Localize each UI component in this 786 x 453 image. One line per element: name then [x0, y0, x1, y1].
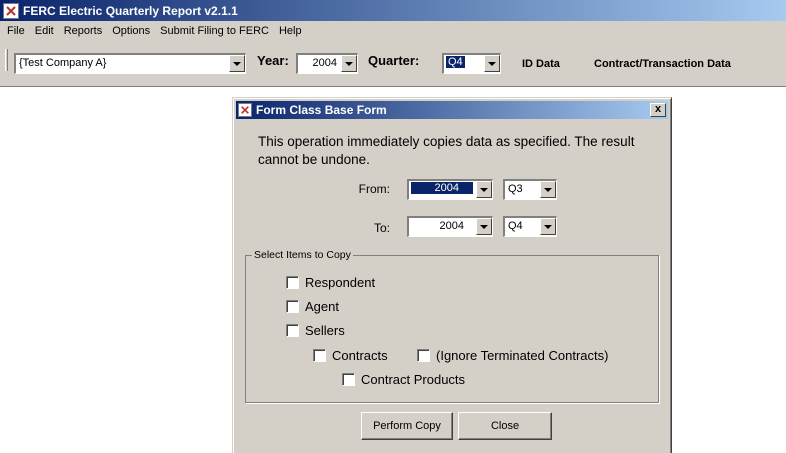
respondent-label: Respondent: [305, 275, 376, 290]
app-title: FERC Electric Quarterly Report v2.1.1: [23, 3, 238, 18]
dialog-icon: [238, 103, 252, 117]
dialog-titlebar: Form Class Base Form x: [236, 101, 668, 119]
year-label: Year:: [257, 53, 289, 68]
id-data-link[interactable]: ID Data: [522, 58, 560, 70]
quarter-value: Q4: [446, 56, 465, 68]
toolbar-grip: [5, 49, 8, 71]
contract-products-checkbox[interactable]: Contract Products: [342, 372, 465, 387]
chevron-down-icon[interactable]: [540, 181, 556, 198]
year-value: 2004: [312, 57, 337, 69]
from-quarter-select[interactable]: Q3: [503, 179, 557, 200]
chevron-down-icon[interactable]: [341, 55, 357, 72]
app-titlebar: FERC Electric Quarterly Report v2.1.1: [0, 0, 786, 21]
app-icon: [3, 2, 19, 19]
chevron-down-icon[interactable]: [540, 218, 556, 235]
menu-options[interactable]: Options: [107, 25, 155, 37]
company-value: {Test Company A}: [19, 57, 107, 69]
to-quarter-value: Q4: [508, 220, 523, 232]
perform-copy-button[interactable]: Perform Copy: [361, 412, 453, 440]
warning-message: This operation immediately copies data a…: [258, 134, 635, 167]
checkbox-box[interactable]: [417, 349, 430, 362]
menu-help[interactable]: Help: [274, 25, 307, 37]
from-year-value: 2004: [411, 182, 473, 194]
checkbox-box[interactable]: [286, 300, 299, 313]
ignore-terminated-checkbox[interactable]: (Ignore Terminated Contracts): [417, 348, 608, 363]
close-button[interactable]: Close: [458, 412, 552, 440]
copy-items-group: Select Items to Copy Respondent Agent Se…: [245, 249, 659, 403]
toolbar: {Test Company A} Year: 2004 Quarter: Q4 …: [0, 41, 786, 87]
year-select[interactable]: 2004: [296, 53, 358, 74]
to-label: To:: [373, 221, 390, 235]
chevron-down-icon[interactable]: [476, 181, 492, 198]
contracts-checkbox[interactable]: Contracts: [313, 348, 388, 363]
sellers-checkbox[interactable]: Sellers: [286, 323, 345, 338]
quarter-select[interactable]: Q4: [442, 53, 501, 74]
contract-products-label: Contract Products: [361, 372, 466, 387]
to-year-value: 2004: [439, 220, 464, 232]
copy-dialog: Form Class Base Form x This operation im…: [232, 97, 672, 453]
sellers-label: Sellers: [305, 323, 345, 338]
agent-label: Agent: [305, 299, 339, 314]
checkbox-box[interactable]: [342, 373, 355, 386]
company-select[interactable]: {Test Company A}: [14, 53, 246, 74]
to-year-select[interactable]: 2004: [407, 216, 493, 237]
from-label: From:: [358, 182, 390, 196]
chevron-down-icon[interactable]: [229, 55, 245, 72]
close-icon[interactable]: x: [650, 103, 666, 117]
checkbox-box[interactable]: [286, 276, 299, 289]
quarter-label: Quarter:: [368, 53, 420, 68]
checkbox-box[interactable]: [286, 324, 299, 337]
agent-checkbox[interactable]: Agent: [286, 299, 339, 314]
menu-bar: File Edit Reports Options Submit Filing …: [0, 21, 786, 41]
group-label: Select Items to Copy: [252, 249, 353, 261]
chevron-down-icon[interactable]: [476, 218, 492, 235]
menu-edit[interactable]: Edit: [30, 25, 59, 37]
dialog-title: Form Class Base Form: [256, 103, 387, 117]
from-year-select[interactable]: 2004: [407, 179, 493, 200]
to-quarter-select[interactable]: Q4: [503, 216, 557, 237]
contracts-label: Contracts: [332, 348, 388, 363]
from-quarter-value: Q3: [508, 183, 523, 195]
menu-submit-filing[interactable]: Submit Filing to FERC: [155, 25, 274, 37]
checkbox-box[interactable]: [313, 349, 326, 362]
menu-reports[interactable]: Reports: [59, 25, 108, 37]
respondent-checkbox[interactable]: Respondent: [286, 275, 375, 290]
menu-file[interactable]: File: [2, 25, 30, 37]
ignore-terminated-label: (Ignore Terminated Contracts): [436, 348, 609, 363]
contract-transaction-link[interactable]: Contract/Transaction Data: [594, 58, 731, 70]
chevron-down-icon[interactable]: [484, 55, 500, 72]
